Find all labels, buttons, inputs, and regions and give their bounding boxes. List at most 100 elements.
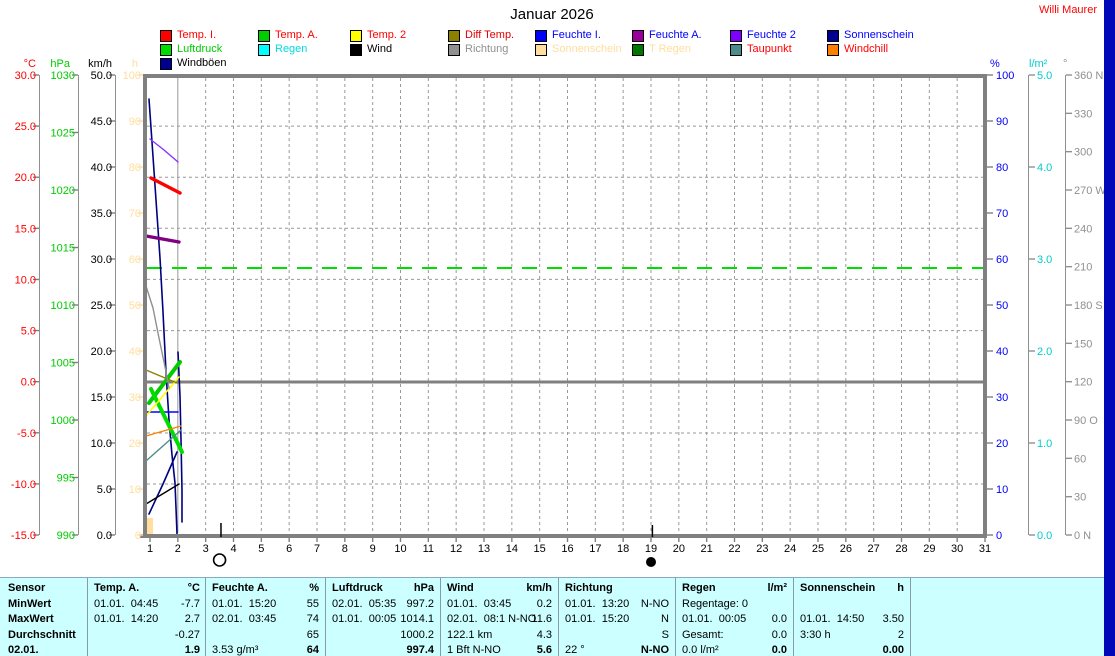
day-label: 2 — [175, 543, 181, 555]
axis-label-lm2: 5.0 — [1037, 70, 1052, 82]
day-label: 11 — [423, 543, 434, 555]
table-unit: % — [212, 581, 319, 596]
legend-label: T Regen — [649, 43, 691, 55]
axis-label-deg: 210 — [1074, 262, 1092, 274]
legend-swatch-icon — [160, 44, 172, 56]
axis-label-deg: 180 S — [1074, 300, 1103, 312]
table-separator — [205, 578, 206, 656]
table-unit: hPa — [332, 581, 434, 596]
legend-label: Regen — [275, 43, 307, 55]
chart-canvas: °C30.025.020.015.010.05.00.0-5.0-10.0-15… — [0, 0, 1115, 656]
table-cell-value: 3.50 — [800, 612, 904, 627]
axis-label-deg: 270 W — [1074, 185, 1106, 197]
axis-label-h: 20 — [129, 438, 141, 450]
legend-label: Feuchte I. — [552, 29, 601, 41]
day-label: 22 — [728, 543, 740, 555]
axis-label-h: 90 — [129, 116, 141, 128]
legend-label: Windchill — [844, 43, 888, 55]
axis-label-deg: 90 O — [1074, 415, 1098, 427]
table-row-label: Durchschnitt — [8, 628, 86, 643]
day-label: 1 — [147, 543, 153, 555]
axis-label-pct: 20 — [996, 438, 1008, 450]
axis-header-temp-c: °C — [24, 58, 36, 70]
app-window: °C30.025.020.015.010.05.00.0-5.0-10.0-15… — [0, 0, 1115, 656]
day-label: 6 — [286, 543, 292, 555]
day-label: 28 — [895, 543, 907, 555]
table-cell-value: S — [565, 628, 669, 643]
table-cell-value: 55 — [212, 597, 319, 612]
table-cell-value: N-NO — [565, 597, 669, 612]
day-label: 16 — [561, 543, 573, 555]
table-row-label: MinWert — [8, 597, 86, 612]
axis-label-lm2: 2.0 — [1037, 346, 1052, 358]
axis-label-h: 50 — [129, 300, 141, 312]
legend-swatch-icon — [730, 44, 742, 56]
axis-label-lm2: 4.0 — [1037, 162, 1052, 174]
axis-label-pct: 90 — [996, 116, 1008, 128]
axis-label-kmh: 40.0 — [91, 162, 112, 174]
table-row-label: 02.01. — [8, 643, 86, 656]
axis-label-deg: 360 N — [1074, 70, 1103, 82]
legend-label: Sonnenschein — [844, 29, 914, 41]
axis-label-kmh: 50.0 — [91, 70, 112, 82]
axis-label-kmh: 45.0 — [91, 116, 112, 128]
table-cell-value: -7.7 — [94, 597, 200, 612]
table-row-label: MaxWert — [8, 612, 86, 627]
legend-swatch-icon — [350, 44, 362, 56]
day-label: 8 — [342, 543, 348, 555]
axis-label-deg: 60 — [1074, 453, 1086, 465]
day-label: 4 — [230, 543, 236, 555]
table-cell-value: 0.0 — [682, 628, 787, 643]
legend-swatch-icon — [350, 30, 362, 42]
legend-swatch-icon — [535, 30, 547, 42]
page-title: Januar 2026 — [0, 6, 1104, 23]
table-separator — [793, 578, 794, 656]
axis-label-pct: 0 — [996, 530, 1002, 542]
axis-label-lm2: 3.0 — [1037, 254, 1052, 266]
legend-swatch-icon — [160, 58, 172, 70]
table-cell-value: 2.7 — [94, 612, 200, 627]
windboeen-line — [149, 452, 177, 514]
axis-label-temp-c: 20.0 — [15, 172, 36, 184]
table-cell-value: 997.4 — [332, 643, 434, 656]
axis-label-kmh: 15.0 — [91, 392, 112, 404]
legend-label: Taupunkt — [747, 43, 792, 55]
day-label: 27 — [868, 543, 880, 555]
legend-swatch-icon — [632, 30, 644, 42]
axis-label-pct: 80 — [996, 162, 1008, 174]
legend-label: Luftdruck — [177, 43, 222, 55]
axis-label-pct: 30 — [996, 392, 1008, 404]
sonnenschein-curve — [149, 99, 177, 534]
feuchte-2-line — [150, 139, 178, 162]
axis-header-h: h — [132, 58, 138, 70]
new-moon-icon — [646, 557, 656, 567]
axis-header-pct: % — [990, 58, 1000, 70]
feuchte-a-line — [146, 236, 179, 242]
table-cell-value: 2 — [800, 628, 904, 643]
legend-label: Feuchte 2 — [747, 29, 796, 41]
day-label: 3 — [203, 543, 209, 555]
axis-label-temp-c: -10.0 — [11, 479, 36, 491]
day-label: 24 — [784, 543, 796, 555]
richtung-line — [146, 286, 169, 388]
axis-label-pct: 100 — [996, 70, 1014, 82]
axis-label-temp-c: -15.0 — [11, 530, 36, 542]
axis-label-h: 100 — [123, 70, 141, 82]
legend-label: Temp. I. — [177, 29, 216, 41]
table-row-label: Sensor — [8, 581, 86, 596]
axis-label-h: 80 — [129, 162, 141, 174]
day-label: 25 — [812, 543, 824, 555]
legend-swatch-icon — [258, 44, 270, 56]
legend-swatch-icon — [730, 30, 742, 42]
day-label: 13 — [478, 543, 490, 555]
full-moon-icon — [214, 554, 226, 566]
axis-label-lm2: 1.0 — [1037, 438, 1052, 450]
table-cell-value: 4.3 — [447, 628, 552, 643]
table-separator — [440, 578, 441, 656]
day-label: 10 — [394, 543, 406, 555]
table-cell-value: 5.6 — [447, 643, 552, 656]
legend-label: Sonnenschein — [552, 43, 622, 55]
axis-label-h: 10 — [129, 484, 141, 496]
axis-label-deg: 240 — [1074, 223, 1092, 235]
sunshine-bar — [147, 518, 153, 535]
